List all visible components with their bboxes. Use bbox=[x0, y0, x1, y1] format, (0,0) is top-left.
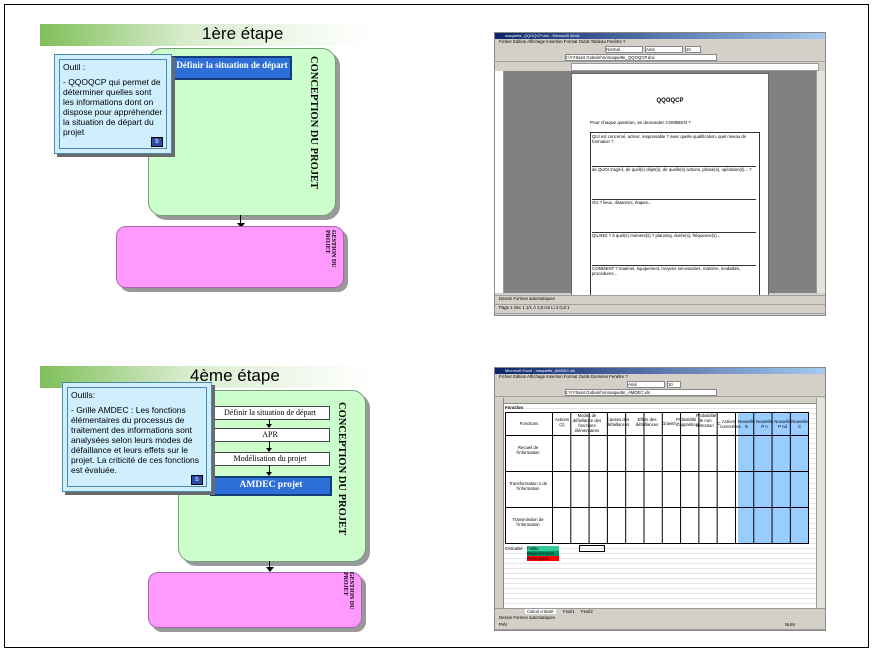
callout-title: Outils: bbox=[71, 390, 96, 400]
address-field[interactable]: I:\YYSaint Gobain\Vu\maquette_AMDEC.xls bbox=[565, 389, 717, 396]
column-headers bbox=[495, 398, 817, 404]
sheet-tab[interactable]: Calcul criticité bbox=[525, 609, 556, 614]
status-right: NUM bbox=[785, 622, 795, 627]
gestion-title: GESTION DU PROJET bbox=[324, 230, 336, 268]
slide-step1: 1ère étape CONCEPTION DU PROJET Définir … bbox=[40, 18, 370, 316]
callout-button[interactable]: b bbox=[151, 137, 163, 147]
callout-title: Outil : bbox=[63, 62, 86, 72]
tools-callout: Outils: - Grille AMDEC : Les fonctions é… bbox=[62, 382, 212, 492]
row-label: Transformation n de l'information bbox=[508, 481, 548, 491]
conception-title: CONCEPTION DU PROJET bbox=[336, 402, 347, 536]
font-field[interactable]: Arial bbox=[627, 381, 665, 388]
gestion-title: GESTION DU PROJET bbox=[342, 572, 354, 610]
row-headers bbox=[495, 398, 504, 608]
excel-screenshot: Microsoft Excel - maquette_AMDEC.xls Fic… bbox=[494, 367, 826, 631]
conception-title: CONCEPTION DU PROJET bbox=[308, 56, 319, 190]
section-label: Fonction bbox=[505, 405, 524, 410]
header-cell: Fonctions bbox=[519, 421, 539, 426]
gestion-panel bbox=[148, 572, 362, 628]
table-row: de QUOI s'agit-il, de quel(s) objet(s), … bbox=[592, 167, 756, 200]
table-row: QUAND ? à quel(s) moment(s) ? planning, … bbox=[592, 233, 756, 266]
amdec-grid: Fonctions Actions (1) Modes de défaillan… bbox=[505, 412, 809, 544]
excel-sheet: Fonction Fonctions Actions (1) Modes de … bbox=[495, 398, 817, 608]
step-box-apr: APR bbox=[210, 428, 330, 442]
grid-rowline bbox=[506, 471, 808, 472]
word-ruler bbox=[571, 63, 819, 71]
word-left-ruler bbox=[495, 71, 504, 293]
callout-body: - Grille AMDEC : Les fonctions élémentai… bbox=[71, 405, 200, 475]
callout-body: - QQOQCP qui permet de déterminer quelle… bbox=[63, 77, 163, 137]
style-field[interactable]: Normal bbox=[605, 46, 643, 53]
excel-webbar: I:\YYSaint Gobain\Vu\maquette_AMDEC.xls bbox=[495, 388, 825, 397]
doc-title: QQOQCP bbox=[656, 98, 684, 104]
word-doc-area: QQOQCP Pour chaque question, se demander… bbox=[503, 71, 819, 298]
gestion-panel bbox=[116, 226, 344, 288]
size-field[interactable]: 10 bbox=[667, 381, 681, 388]
legend-label: Criticalité bbox=[505, 546, 523, 551]
address-field[interactable]: I:\YYSaint Gobain\Vu\maquette_QQOQCP.doc bbox=[565, 54, 717, 61]
status-left: Prêt bbox=[499, 622, 507, 627]
grid-columns bbox=[552, 413, 808, 543]
tool-callout: Outil : - QQOQCP qui permet de détermine… bbox=[54, 54, 172, 154]
size-field[interactable]: 10 bbox=[685, 46, 701, 53]
word-webbar: I:\YYSaint Gobain\Vu\maquette_QQOQCP.doc bbox=[495, 53, 825, 62]
row-label: Recueil de l'information bbox=[516, 445, 540, 455]
font-field[interactable]: Arial bbox=[645, 46, 683, 53]
row-label: Transmission de l'information bbox=[512, 517, 544, 527]
word-vscrollbar[interactable] bbox=[816, 71, 825, 293]
table-row: QUI est concerné, acteur, responsable ? … bbox=[592, 134, 756, 167]
excel-vscrollbar[interactable] bbox=[816, 398, 825, 608]
sheet-tab[interactable]: Feuil2 bbox=[579, 609, 595, 614]
slide-title: 1ère étape bbox=[202, 24, 284, 43]
step-box-amdec: AMDEC projet bbox=[210, 476, 332, 496]
selected-cell[interactable] bbox=[579, 545, 605, 552]
step-label: Définir la situation de départ bbox=[176, 60, 288, 70]
sheet-tab[interactable]: Feuil1 bbox=[561, 609, 577, 614]
step-box-modelisation: Modélisation du projet bbox=[210, 452, 330, 466]
table-row: OU ? lieux, distances, étapes... bbox=[592, 200, 756, 233]
doc-intro: Pour chaque question, se demander COMBIE… bbox=[590, 120, 691, 125]
step-box-situation: Définir la situation de départ bbox=[210, 406, 330, 420]
drawing-toolbar[interactable]: Dessin Formes automatiques bbox=[495, 295, 825, 305]
excel-statusbar: Prêt NUM bbox=[495, 622, 825, 630]
word-screenshot: maquette_QQOQCP.doc - Microsoft Word Fic… bbox=[494, 32, 826, 316]
slide-step4: 4ème étape CONCEPTION DU PROJET Définir … bbox=[40, 350, 370, 640]
word-statusbar: Page 1 Sec 1 1/1 À 2,5 cm Li 1 Col 1 bbox=[495, 305, 825, 314]
table-row: COMMENT ? matériel, équipement, moyens n… bbox=[592, 266, 741, 276]
callout-button[interactable]: b bbox=[191, 475, 203, 485]
word-page: QQOQCP Pour chaque question, se demander… bbox=[571, 73, 769, 298]
legend-item: Forte grave bbox=[527, 556, 559, 561]
qqoqcp-table: QUI est concerné, acteur, responsable ? … bbox=[590, 132, 760, 298]
grid-rowline bbox=[506, 507, 808, 508]
step-box-situation: Définir la situation de départ bbox=[172, 56, 292, 80]
